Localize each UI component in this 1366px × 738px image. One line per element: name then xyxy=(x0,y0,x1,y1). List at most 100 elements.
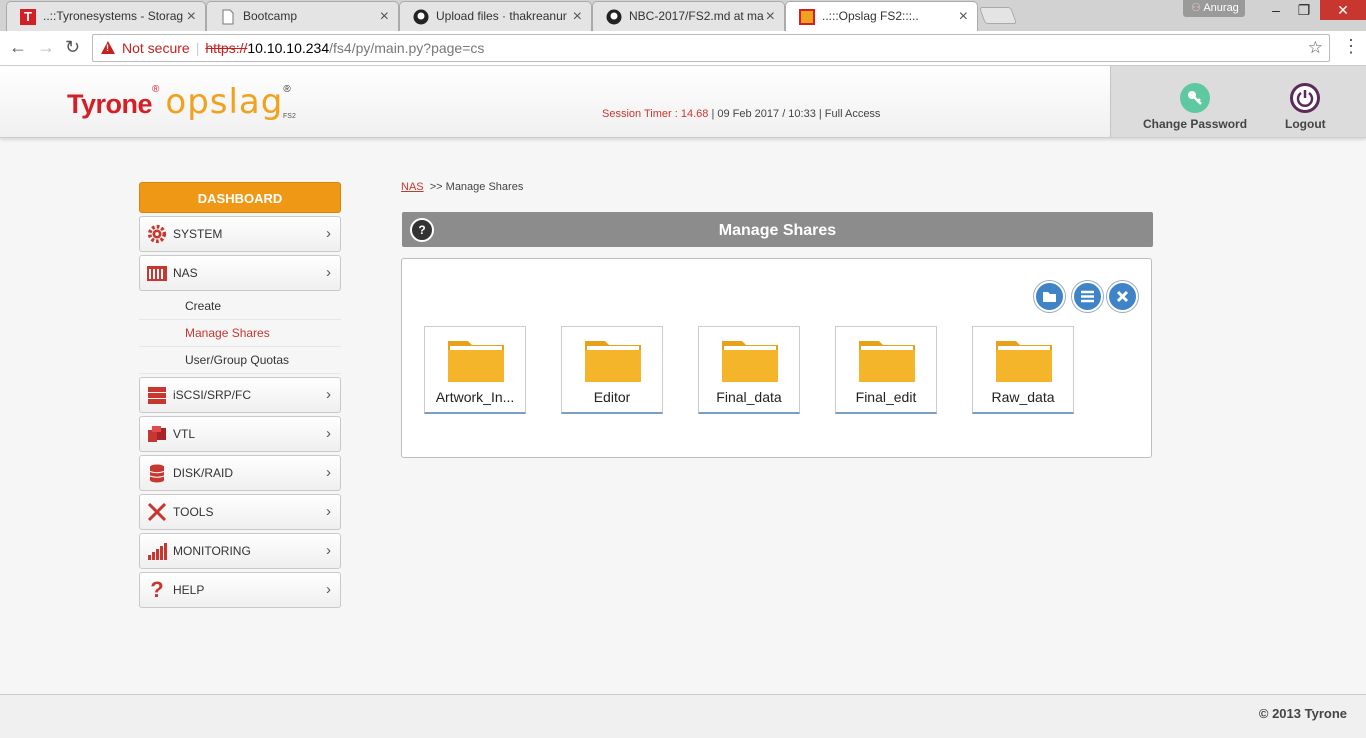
share-item[interactable]: Final_data xyxy=(698,326,800,414)
profile-icon: ⚇ xyxy=(1191,2,1201,14)
session-info: Session Timer : 14.68 | 09 Feb 2017 / 10… xyxy=(602,108,880,120)
tape-library-icon xyxy=(148,426,166,442)
submenu-item-create[interactable]: Create xyxy=(139,293,341,320)
tools-icon xyxy=(147,502,167,522)
session-details: | 09 Feb 2017 / 10:33 | Full Access xyxy=(711,108,881,120)
share-name: Artwork_In... xyxy=(435,389,515,405)
share-item[interactable]: Raw_data xyxy=(972,326,1074,414)
share-name: Final_edit xyxy=(855,389,917,405)
folder-icon xyxy=(859,341,915,382)
browser-tab[interactable]: Upload files · thakreanur × xyxy=(399,1,592,31)
share-name: Raw_data xyxy=(991,389,1055,405)
github-icon xyxy=(606,9,622,25)
delete-share-button[interactable] xyxy=(1107,281,1138,312)
folder-icon xyxy=(585,341,641,382)
sidebar-item-vtl[interactable]: VTL › xyxy=(139,416,341,452)
browser-tab-strip: T ..::Tyronesystems - Storag × Bootcamp … xyxy=(0,0,1366,32)
sidebar-item-tools[interactable]: TOOLS › xyxy=(139,494,341,530)
chevron-right-icon: › xyxy=(326,225,331,242)
chevron-right-icon: › xyxy=(326,386,331,403)
folder-icon xyxy=(448,341,504,382)
warning-icon xyxy=(101,41,115,54)
url-scheme: https:// xyxy=(205,40,248,56)
question-icon: ? xyxy=(150,577,164,602)
sidebar-item-monitoring[interactable]: MONITORING › xyxy=(139,533,341,569)
address-bar[interactable]: Not secure|https://10.10.10.234/fs4/py/m… xyxy=(92,34,1330,62)
submenu-item-user-group-quotas[interactable]: User/Group Quotas xyxy=(139,347,341,374)
list-view-button[interactable] xyxy=(1072,281,1103,312)
bar-graph-icon xyxy=(148,543,167,560)
sidebar-item-system[interactable]: SYSTEM › xyxy=(139,216,341,252)
tyrone-favicon: T xyxy=(20,9,36,25)
restore-button[interactable]: ❐ xyxy=(1290,0,1318,20)
list-icon xyxy=(1081,290,1094,303)
page-title: Manage Shares xyxy=(718,222,837,239)
dashboard-button[interactable]: DASHBOARD xyxy=(139,182,341,213)
browser-tab-active[interactable]: ..:::Opslag FS2:::.. × xyxy=(785,1,978,32)
folder-icon xyxy=(996,341,1052,382)
github-icon xyxy=(413,9,429,25)
browser-tab[interactable]: T ..::Tyronesystems - Storag × xyxy=(6,1,206,31)
app-header: Tyrone® opslag® FS2 Session Timer : 14.68… xyxy=(0,66,1366,138)
sidebar-item-nas[interactable]: NAS › xyxy=(139,255,341,291)
not-secure-label: Not secure xyxy=(122,40,190,56)
breadcrumb: NAS >> Manage Shares xyxy=(401,181,523,193)
header-actions: Change Password Logout xyxy=(1110,66,1366,137)
close-icon[interactable]: × xyxy=(187,2,196,31)
blank-page-icon xyxy=(222,9,234,25)
folder-open-icon xyxy=(1043,292,1056,302)
power-icon xyxy=(1290,83,1321,113)
share-item[interactable]: Final_edit xyxy=(835,326,937,414)
chevron-right-icon: › xyxy=(326,581,331,598)
nas-submenu: Create Manage Shares User/Group Quotas xyxy=(139,293,341,374)
folder-icon xyxy=(722,341,778,382)
copyright: © 2013 Tyrone xyxy=(1258,706,1347,721)
change-password-button[interactable]: Change Password xyxy=(1143,83,1247,131)
key-icon xyxy=(1180,83,1211,113)
session-timer: Session Timer : 14.68 xyxy=(602,108,709,120)
logout-button[interactable]: Logout xyxy=(1285,83,1326,131)
tyrone-opslag-logo: Tyrone® opslag® FS2 xyxy=(67,82,296,122)
back-arrow-icon[interactable]: ← xyxy=(9,37,27,58)
url-path: /fs4/py/main.py?page=cs xyxy=(329,40,485,56)
browser-tab[interactable]: NBC-2017/FS2.md at ma × xyxy=(592,1,785,31)
share-item[interactable]: Editor xyxy=(561,326,663,414)
panel-title-bar: ? Manage Shares xyxy=(402,212,1153,247)
browser-tab[interactable]: Bootcamp × xyxy=(206,1,399,31)
close-icon[interactable]: × xyxy=(573,2,582,31)
close-icon[interactable]: × xyxy=(766,2,775,31)
sidebar-item-disk-raid[interactable]: DISK/RAID › xyxy=(139,455,341,491)
share-name: Editor xyxy=(593,389,631,405)
close-icon xyxy=(1116,290,1129,303)
help-icon[interactable]: ? xyxy=(410,218,434,242)
chevron-right-icon: › xyxy=(326,503,331,520)
chevron-right-icon: › xyxy=(326,264,331,281)
window-close-button[interactable]: ✕ xyxy=(1320,0,1366,20)
shares-panel: Artwork_In... Editor Final_data Final_ed… xyxy=(401,258,1152,458)
opslag-favicon xyxy=(799,9,815,25)
reload-icon[interactable]: ↻ xyxy=(65,37,80,58)
database-icon xyxy=(149,464,165,483)
footer: © 2013 Tyrone xyxy=(0,694,1366,738)
browser-menu-icon[interactable]: ⋮ xyxy=(1342,37,1360,55)
share-name: Final_data xyxy=(716,389,782,405)
minimize-button[interactable]: – xyxy=(1262,0,1290,20)
sidebar-item-help[interactable]: ? HELP › xyxy=(139,572,341,608)
bookmark-star-icon[interactable]: ☆ xyxy=(1308,35,1323,61)
chevron-right-icon: › xyxy=(326,425,331,442)
close-icon[interactable]: × xyxy=(380,2,389,31)
open-folder-button[interactable] xyxy=(1034,281,1065,312)
forward-arrow-icon[interactable]: → xyxy=(37,37,55,58)
chevron-right-icon: › xyxy=(326,542,331,559)
close-icon[interactable]: × xyxy=(959,2,968,31)
breadcrumb-nas-link[interactable]: NAS xyxy=(401,181,424,193)
submenu-item-manage-shares[interactable]: Manage Shares xyxy=(139,320,341,347)
new-tab-button[interactable] xyxy=(978,7,1018,24)
server-icon xyxy=(148,387,166,404)
browser-toolbar: ← → ↻ Not secure|https://10.10.10.234/fs… xyxy=(0,31,1366,66)
gear-icon xyxy=(147,224,167,244)
sidebar-item-iscsi[interactable]: iSCSI/SRP/FC › xyxy=(139,377,341,413)
profile-badge[interactable]: ⚇ Anurag xyxy=(1183,0,1245,17)
share-item[interactable]: Artwork_In... xyxy=(424,326,526,414)
chevron-right-icon: › xyxy=(326,464,331,481)
